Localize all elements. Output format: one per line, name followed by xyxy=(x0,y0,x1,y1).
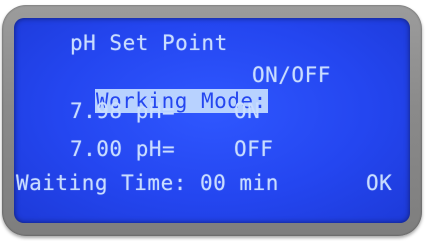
working-mode-value[interactable]: ON/OFF xyxy=(252,62,331,88)
lcd-screen: pH Set Point Working Mode: ON/OFF 7.98 p… xyxy=(14,18,410,223)
ok-button[interactable]: OK xyxy=(366,170,392,196)
off-setpoint-state: OFF xyxy=(234,137,274,161)
controller-device: pH Set Point Working Mode: ON/OFF 7.98 p… xyxy=(0,0,428,241)
waiting-time-label: Waiting Time: xyxy=(16,171,187,195)
screen-title: pH Set Point xyxy=(70,31,228,55)
on-setpoint-state: ON xyxy=(234,99,261,123)
waiting-time-value[interactable]: 00 min xyxy=(200,170,279,196)
off-setpoint-value[interactable]: 7.00 pH= xyxy=(70,136,175,162)
on-setpoint-value[interactable]: 7.98 pH= xyxy=(70,98,175,124)
